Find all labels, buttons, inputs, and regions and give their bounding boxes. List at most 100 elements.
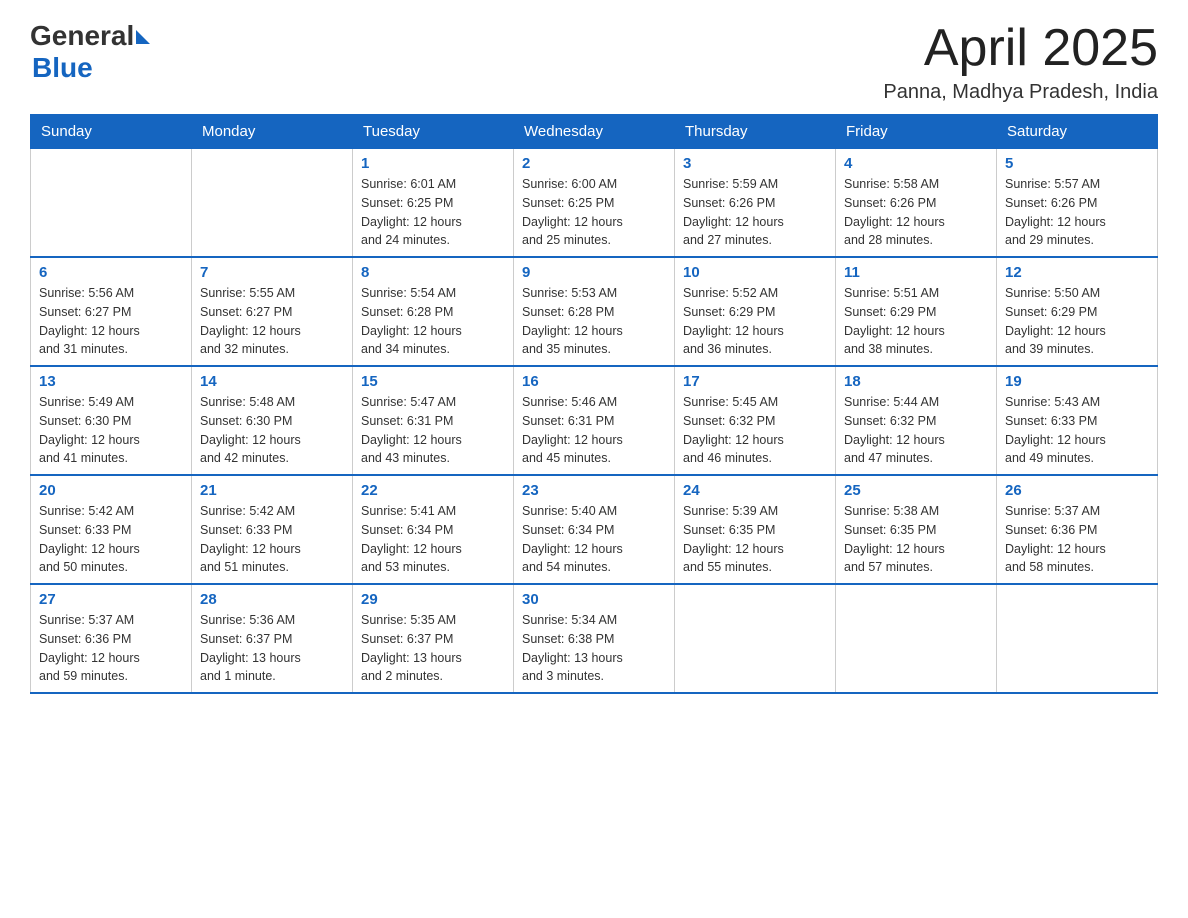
calendar-cell-week4-day4: 23 Sunrise: 5:40 AM Sunset: 6:34 PM Dayli… xyxy=(514,475,675,584)
weekday-header-wednesday: Wednesday xyxy=(514,115,675,149)
day-number: 19 xyxy=(1005,373,1149,390)
day-info: Sunrise: 5:42 AM Sunset: 6:33 PM Dayligh… xyxy=(200,502,344,577)
day-number: 6 xyxy=(39,264,183,281)
calendar-cell-week3-day1: 13 Sunrise: 5:49 AM Sunset: 6:30 PM Dayli… xyxy=(31,366,192,475)
day-number: 25 xyxy=(844,482,988,499)
calendar-week-2: 6 Sunrise: 5:56 AM Sunset: 6:27 PM Daylig… xyxy=(31,257,1158,366)
calendar-header: SundayMondayTuesdayWednesdayThursdayFrid… xyxy=(31,115,1158,149)
calendar-cell-week3-day6: 18 Sunrise: 5:44 AM Sunset: 6:32 PM Dayli… xyxy=(836,366,997,475)
page-header: General Blue April 2025 Panna, Madhya Pr… xyxy=(30,20,1158,104)
day-info: Sunrise: 5:51 AM Sunset: 6:29 PM Dayligh… xyxy=(844,284,988,359)
month-title: April 2025 xyxy=(883,20,1158,77)
calendar-cell-week4-day5: 24Sunrise: 5:39 AM Sunset: 6:35 PM Dayli… xyxy=(675,475,836,584)
day-info: Sunrise: 5:56 AM Sunset: 6:27 PM Dayligh… xyxy=(39,284,183,359)
day-info: Sunrise: 5:49 AM Sunset: 6:30 PM Dayligh… xyxy=(39,393,183,468)
calendar-cell-week1-day4: 2 Sunrise: 6:00 AM Sunset: 6:25 PM Daylig… xyxy=(514,149,675,258)
day-info: Sunrise: 6:01 AM Sunset: 6:25 PM Dayligh… xyxy=(361,175,505,250)
day-number: 30 xyxy=(522,591,666,608)
weekday-header-friday: Friday xyxy=(836,115,997,149)
day-info: Sunrise: 5:53 AM Sunset: 6:28 PM Dayligh… xyxy=(522,284,666,359)
day-info: Sunrise: 6:00 AM Sunset: 6:25 PM Dayligh… xyxy=(522,175,666,250)
calendar-cell-week3-day5: 17 Sunrise: 5:45 AM Sunset: 6:32 PM Dayli… xyxy=(675,366,836,475)
weekday-header-sunday: Sunday xyxy=(31,115,192,149)
day-number: 10 xyxy=(683,264,827,281)
day-number: 23 xyxy=(522,482,666,499)
day-info: Sunrise: 5:35 AM Sunset: 6:37 PM Dayligh… xyxy=(361,611,505,686)
day-info: Sunrise: 5:54 AM Sunset: 6:28 PM Dayligh… xyxy=(361,284,505,359)
day-info: Sunrise: 5:40 AM Sunset: 6:34 PM Dayligh… xyxy=(522,502,666,577)
day-number: 29 xyxy=(361,591,505,608)
day-number: 15 xyxy=(361,373,505,390)
day-number: 21 xyxy=(200,482,344,499)
day-info: Sunrise: 5:37 AM Sunset: 6:36 PM Dayligh… xyxy=(39,611,183,686)
day-info: Sunrise: 5:34 AM Sunset: 6:38 PM Dayligh… xyxy=(522,611,666,686)
day-info: Sunrise: 5:41 AM Sunset: 6:34 PM Dayligh… xyxy=(361,502,505,577)
day-info: Sunrise: 5:50 AM Sunset: 6:29 PM Dayligh… xyxy=(1005,284,1149,359)
calendar-week-5: 27 Sunrise: 5:37 AM Sunset: 6:36 PM Dayli… xyxy=(31,584,1158,693)
title-block: April 2025 Panna, Madhya Pradesh, India xyxy=(883,20,1158,104)
day-number: 26 xyxy=(1005,482,1149,499)
day-number: 13 xyxy=(39,373,183,390)
weekday-header-saturday: Saturday xyxy=(997,115,1158,149)
calendar-cell-week1-day1 xyxy=(31,149,192,258)
day-number: 18 xyxy=(844,373,988,390)
calendar-cell-week5-day4: 30 Sunrise: 5:34 AM Sunset: 6:38 PM Dayli… xyxy=(514,584,675,693)
calendar-week-3: 13 Sunrise: 5:49 AM Sunset: 6:30 PM Dayli… xyxy=(31,366,1158,475)
day-number: 14 xyxy=(200,373,344,390)
day-info: Sunrise: 5:48 AM Sunset: 6:30 PM Dayligh… xyxy=(200,393,344,468)
calendar-cell-week2-day1: 6 Sunrise: 5:56 AM Sunset: 6:27 PM Daylig… xyxy=(31,257,192,366)
weekday-header-monday: Monday xyxy=(192,115,353,149)
day-info: Sunrise: 5:52 AM Sunset: 6:29 PM Dayligh… xyxy=(683,284,827,359)
calendar-cell-week2-day3: 8Sunrise: 5:54 AM Sunset: 6:28 PM Daylig… xyxy=(353,257,514,366)
calendar-cell-week5-day6 xyxy=(836,584,997,693)
day-number: 28 xyxy=(200,591,344,608)
calendar-week-1: 1Sunrise: 6:01 AM Sunset: 6:25 PM Daylig… xyxy=(31,149,1158,258)
calendar-body: 1Sunrise: 6:01 AM Sunset: 6:25 PM Daylig… xyxy=(31,149,1158,694)
day-info: Sunrise: 5:42 AM Sunset: 6:33 PM Dayligh… xyxy=(39,502,183,577)
weekday-header-thursday: Thursday xyxy=(675,115,836,149)
day-info: Sunrise: 5:37 AM Sunset: 6:36 PM Dayligh… xyxy=(1005,502,1149,577)
day-number: 2 xyxy=(522,155,666,172)
day-info: Sunrise: 5:45 AM Sunset: 6:32 PM Dayligh… xyxy=(683,393,827,468)
calendar-cell-week4-day1: 20 Sunrise: 5:42 AM Sunset: 6:33 PM Dayli… xyxy=(31,475,192,584)
calendar-cell-week5-day2: 28 Sunrise: 5:36 AM Sunset: 6:37 PM Dayli… xyxy=(192,584,353,693)
calendar-cell-week2-day7: 12 Sunrise: 5:50 AM Sunset: 6:29 PM Dayli… xyxy=(997,257,1158,366)
calendar-cell-week5-day3: 29 Sunrise: 5:35 AM Sunset: 6:37 PM Dayli… xyxy=(353,584,514,693)
calendar-cell-week1-day6: 4Sunrise: 5:58 AM Sunset: 6:26 PM Daylig… xyxy=(836,149,997,258)
day-number: 4 xyxy=(844,155,988,172)
day-number: 12 xyxy=(1005,264,1149,281)
day-info: Sunrise: 5:47 AM Sunset: 6:31 PM Dayligh… xyxy=(361,393,505,468)
calendar-cell-week3-day3: 15 Sunrise: 5:47 AM Sunset: 6:31 PM Dayli… xyxy=(353,366,514,475)
calendar-cell-week2-day2: 7 Sunrise: 5:55 AM Sunset: 6:27 PM Daylig… xyxy=(192,257,353,366)
day-info: Sunrise: 5:39 AM Sunset: 6:35 PM Dayligh… xyxy=(683,502,827,577)
calendar-cell-week4-day7: 26 Sunrise: 5:37 AM Sunset: 6:36 PM Dayli… xyxy=(997,475,1158,584)
day-number: 20 xyxy=(39,482,183,499)
calendar-cell-week1-day7: 5Sunrise: 5:57 AM Sunset: 6:26 PM Daylig… xyxy=(997,149,1158,258)
calendar-cell-week3-day7: 19 Sunrise: 5:43 AM Sunset: 6:33 PM Dayli… xyxy=(997,366,1158,475)
day-number: 9 xyxy=(522,264,666,281)
day-info: Sunrise: 5:59 AM Sunset: 6:26 PM Dayligh… xyxy=(683,175,827,250)
day-number: 27 xyxy=(39,591,183,608)
logo-blue-text: Blue xyxy=(32,52,93,83)
calendar-cell-week3-day2: 14 Sunrise: 5:48 AM Sunset: 6:30 PM Dayli… xyxy=(192,366,353,475)
calendar-cell-week4-day2: 21 Sunrise: 5:42 AM Sunset: 6:33 PM Dayli… xyxy=(192,475,353,584)
weekday-header-row: SundayMondayTuesdayWednesdayThursdayFrid… xyxy=(31,115,1158,149)
day-info: Sunrise: 5:55 AM Sunset: 6:27 PM Dayligh… xyxy=(200,284,344,359)
calendar-cell-week4-day6: 25Sunrise: 5:38 AM Sunset: 6:35 PM Dayli… xyxy=(836,475,997,584)
day-info: Sunrise: 5:36 AM Sunset: 6:37 PM Dayligh… xyxy=(200,611,344,686)
day-number: 3 xyxy=(683,155,827,172)
day-number: 17 xyxy=(683,373,827,390)
day-info: Sunrise: 5:46 AM Sunset: 6:31 PM Dayligh… xyxy=(522,393,666,468)
day-info: Sunrise: 5:44 AM Sunset: 6:32 PM Dayligh… xyxy=(844,393,988,468)
calendar-cell-week2-day4: 9 Sunrise: 5:53 AM Sunset: 6:28 PM Daylig… xyxy=(514,257,675,366)
calendar-cell-week1-day3: 1Sunrise: 6:01 AM Sunset: 6:25 PM Daylig… xyxy=(353,149,514,258)
calendar-cell-week2-day6: 11Sunrise: 5:51 AM Sunset: 6:29 PM Dayli… xyxy=(836,257,997,366)
logo-general-text: General xyxy=(30,20,134,52)
calendar-cell-week2-day5: 10 Sunrise: 5:52 AM Sunset: 6:29 PM Dayli… xyxy=(675,257,836,366)
calendar-cell-week5-day1: 27 Sunrise: 5:37 AM Sunset: 6:36 PM Dayli… xyxy=(31,584,192,693)
day-info: Sunrise: 5:43 AM Sunset: 6:33 PM Dayligh… xyxy=(1005,393,1149,468)
day-number: 7 xyxy=(200,264,344,281)
calendar-cell-week1-day5: 3 Sunrise: 5:59 AM Sunset: 6:26 PM Daylig… xyxy=(675,149,836,258)
location-title: Panna, Madhya Pradesh, India xyxy=(883,81,1158,104)
logo-triangle-icon xyxy=(136,30,150,44)
